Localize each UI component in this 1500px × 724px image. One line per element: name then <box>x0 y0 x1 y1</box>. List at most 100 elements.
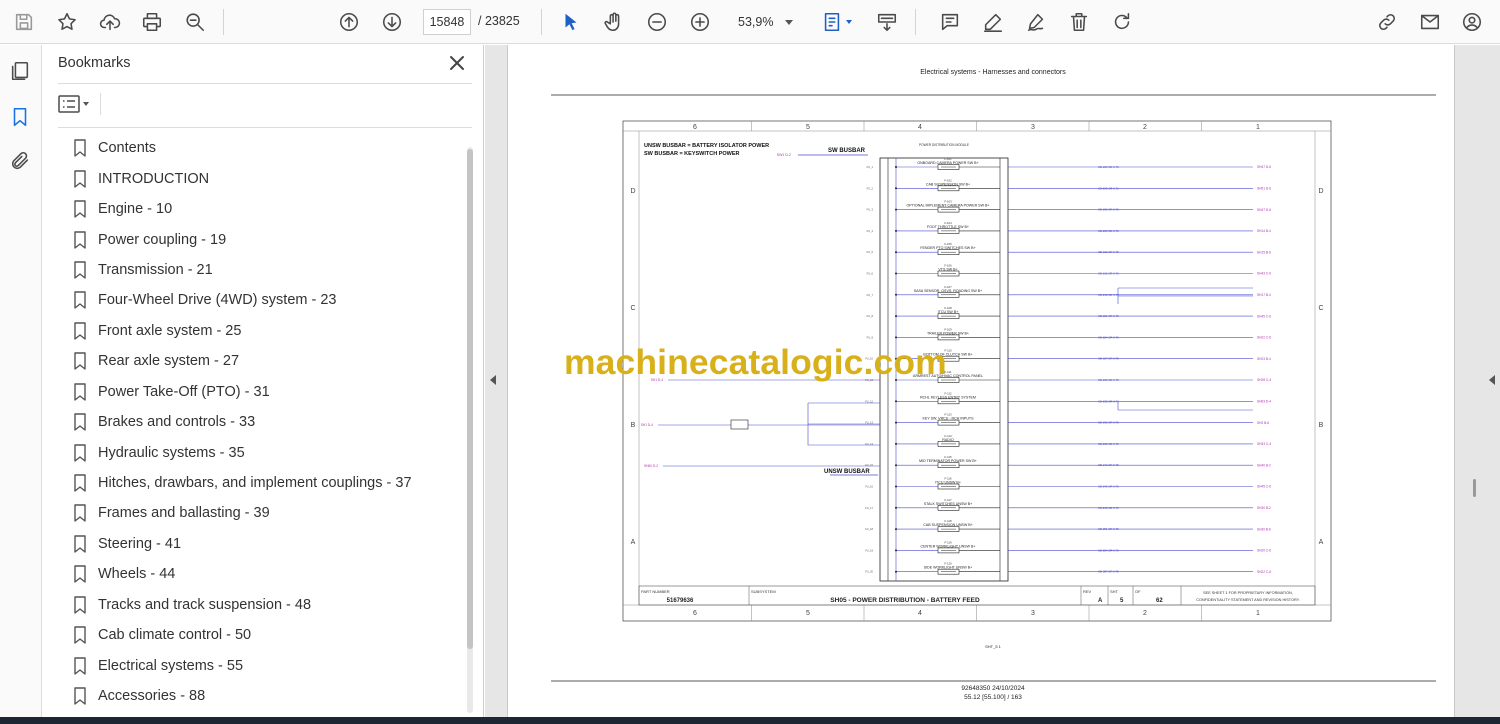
scroll-mode-icon[interactable] <box>873 8 901 36</box>
bookmark-item[interactable]: Four-Wheel Drive (4WD) system - 23 <box>73 285 463 315</box>
comment-icon[interactable] <box>936 8 964 36</box>
zoom-select[interactable]: 53,9% <box>725 9 801 35</box>
wire-tag: SH15 B-6 <box>1257 250 1271 254</box>
rev-value: A <box>1098 598 1103 604</box>
fit-page-icon[interactable] <box>818 8 846 36</box>
subsystem: SH05 - POWER DISTRIBUTION - BATTERY FEED <box>830 597 980 604</box>
fuse-circuit: F-101ONBOARD CAMERA POWER SW B+CB-200 OR… <box>867 157 1271 170</box>
sign-icon[interactable] <box>1022 8 1050 36</box>
page-up-icon[interactable] <box>335 8 363 36</box>
wire-tag: SH17 B-4 <box>1257 293 1271 297</box>
unsw-busbar-label: UNSW BUSBAR <box>824 469 870 475</box>
pages-icon[interactable] <box>9 60 33 84</box>
bookmark-icon <box>74 687 86 705</box>
zoom-in-icon[interactable] <box>686 8 714 36</box>
document-scrollbar[interactable] <box>1473 479 1476 497</box>
grid-row-label: A <box>631 539 636 546</box>
toolbar: 15848 / 23825 53,9% <box>0 0 1500 44</box>
zoom-search-icon[interactable] <box>181 8 209 36</box>
upload-icon[interactable] <box>96 8 124 36</box>
zoom-out-icon[interactable] <box>643 8 671 36</box>
bookmark-item[interactable]: Hydraulic systems - 35 <box>73 437 463 467</box>
grid-row-label: A <box>1319 539 1324 546</box>
redo-icon[interactable] <box>1108 8 1136 36</box>
bookmark-item[interactable]: Transmission - 21 <box>73 255 463 285</box>
bookmark-icon <box>74 261 86 279</box>
star-icon[interactable] <box>53 8 81 36</box>
bookmark-item[interactable]: Steering - 41 <box>73 529 463 559</box>
fuse-circuit: F-119CENTER WORKLIGHT UNSW B+CB-254 OR 0… <box>865 540 1271 554</box>
bookmark-item[interactable]: INTRODUCTION <box>73 163 463 193</box>
of-label: OF <box>1135 589 1141 594</box>
grid-col-label: 5 <box>806 124 810 131</box>
bookmark-item[interactable]: Front axle system - 25 <box>73 316 463 346</box>
pen-icon[interactable] <box>979 8 1007 36</box>
grid-col-label: 2 <box>1143 610 1147 617</box>
bookmark-item[interactable]: Frames and ballasting - 39 <box>73 498 463 528</box>
svg-text:FU_8: FU_8 <box>867 314 874 318</box>
bookmark-item[interactable]: Cab climate control - 50 <box>73 620 463 650</box>
select-cursor-icon[interactable] <box>557 8 585 36</box>
bookmark-options-button[interactable] <box>58 93 94 115</box>
grid-col-label: 1 <box>1256 124 1260 131</box>
sheet-ref: SHT_5 1 <box>985 644 1002 649</box>
bookmark-item[interactable]: Engine - 10 <box>73 194 463 224</box>
delete-icon[interactable] <box>1065 8 1093 36</box>
save-icon[interactable] <box>10 8 38 36</box>
page-number-input[interactable]: 15848 <box>423 9 471 35</box>
zoom-value: 53,9% <box>738 15 774 29</box>
bookmark-icon <box>74 139 86 157</box>
attachment-icon[interactable] <box>9 150 33 174</box>
svg-text:CB-209 OR 0.75: CB-209 OR 0.75 <box>1098 229 1119 233</box>
grid-col-label: 3 <box>1031 610 1035 617</box>
hand-icon[interactable] <box>600 8 628 36</box>
grid-col-label: 3 <box>1031 124 1035 131</box>
bookmark-label: Accessories - 88 <box>98 688 206 705</box>
svg-text:CB-215 OR 0.75: CB-215 OR 0.75 <box>1098 272 1119 276</box>
svg-text:CB-236 OR 0.75: CB-236 OR 0.75 <box>1098 421 1119 425</box>
svg-text:CB-257 OR 0.75: CB-257 OR 0.75 <box>1098 570 1119 574</box>
bookmark-item[interactable]: Rear axle system - 27 <box>73 346 463 376</box>
bookmark-item[interactable]: Power Take-Off (PTO) - 31 <box>73 377 463 407</box>
bookmark-label: Steering - 41 <box>98 535 182 552</box>
collapse-left-icon[interactable] <box>490 375 496 385</box>
document-area: Electrical systems - Harnesses and conne… <box>485 45 1500 717</box>
bookmark-item[interactable]: Hitches, drawbars, and implement couplin… <box>73 468 463 498</box>
bookmark-item[interactable]: Contents <box>73 133 463 163</box>
svg-text:CB-227 OR 0.75: CB-227 OR 0.75 <box>1098 357 1119 361</box>
bookmark-item[interactable]: Brakes and controls - 33 <box>73 407 463 437</box>
bookmark-item[interactable]: Power coupling - 19 <box>73 224 463 254</box>
bookmark-label: Hydraulic systems - 35 <box>98 444 245 461</box>
watermark-text: machinecatalogic.com <box>564 342 947 382</box>
svg-text:FU_16: FU_16 <box>865 485 873 489</box>
bookmark-icon[interactable] <box>9 106 33 130</box>
account-icon[interactable] <box>1458 8 1486 36</box>
wire-tag: SH60 D-2 <box>644 464 658 468</box>
sht-value: 5 <box>1120 598 1124 604</box>
mail-icon[interactable] <box>1416 8 1444 36</box>
panel-scrollbar[interactable] <box>467 147 473 713</box>
bookmark-item[interactable]: Tracks and track suspension - 48 <box>73 590 463 620</box>
bookmark-item[interactable]: Electrical systems - 55 <box>73 650 463 680</box>
fuse-circuit: F-102CAB SUSPENSION SW B+CB-203 OR 0.75 S… <box>867 178 1271 192</box>
chevron-down-icon[interactable] <box>846 20 852 24</box>
wire-tag: SH22 C-6 <box>1257 336 1271 340</box>
grid-row-label: B <box>631 422 636 429</box>
bookmarks-panel: Bookmarks Contents INTRODUCTION Engine - 1… <box>43 45 484 717</box>
chevron-down-icon <box>785 20 793 25</box>
close-icon[interactable] <box>447 53 467 73</box>
grid-col-label: 6 <box>693 610 697 617</box>
grid-row-label: C <box>630 305 635 312</box>
grid-row-label: B <box>1319 422 1324 429</box>
svg-text:CB-206 OR 0.75: CB-206 OR 0.75 <box>1098 208 1119 212</box>
print-icon[interactable] <box>138 8 166 36</box>
page-down-icon[interactable] <box>378 8 406 36</box>
fuse-circuit: F-116ITCU UNSW B+CB-245 OR 0.75 SH45 C-6F… <box>865 477 1271 490</box>
note-line-2: CONFIDENTIALITY STATEMENT AND REVISION H… <box>1196 598 1300 602</box>
bookmark-item[interactable]: Wheels - 44 <box>73 559 463 589</box>
scrollbar-thumb[interactable] <box>467 149 473 649</box>
expand-right-icon[interactable] <box>1489 375 1495 385</box>
fuse-circuit: F-103OPTIONAL IMPLEMENT CAMERA POWER SW … <box>867 200 1271 213</box>
share-link-icon[interactable] <box>1373 8 1401 36</box>
bookmark-item[interactable]: Accessories - 88 <box>73 681 463 711</box>
